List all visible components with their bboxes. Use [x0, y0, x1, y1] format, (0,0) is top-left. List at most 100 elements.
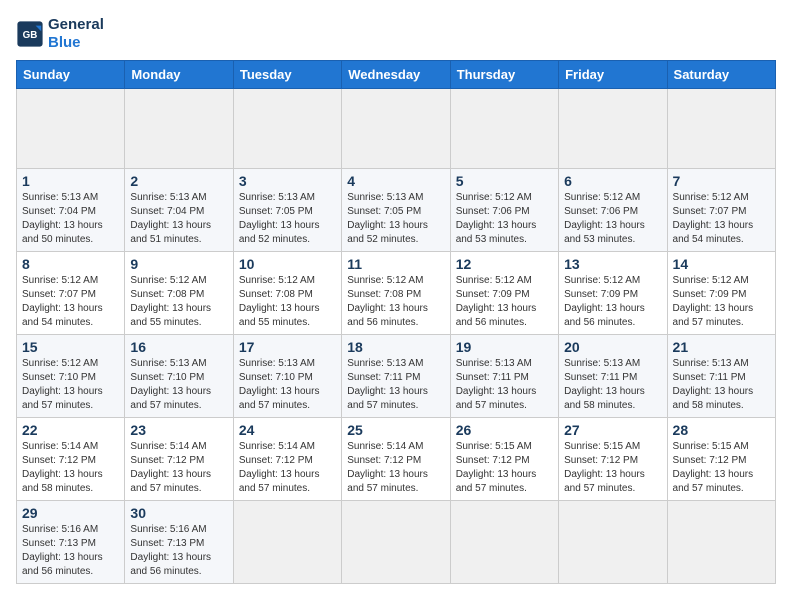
header-cell: Monday	[125, 61, 233, 89]
day-number: 24	[239, 422, 336, 438]
day-number: 4	[347, 173, 444, 189]
day-cell: 11 Sunrise: 5:12 AMSunset: 7:08 PMDaylig…	[342, 252, 450, 335]
day-info: Sunrise: 5:12 AMSunset: 7:10 PMDaylight:…	[22, 358, 103, 411]
day-number: 8	[22, 256, 119, 272]
day-cell: 3 Sunrise: 5:13 AMSunset: 7:05 PMDayligh…	[233, 169, 341, 252]
day-number: 16	[130, 339, 227, 355]
day-info: Sunrise: 5:13 AMSunset: 7:11 PMDaylight:…	[456, 358, 537, 411]
day-cell	[233, 501, 341, 584]
header-cell: Sunday	[17, 61, 125, 89]
day-info: Sunrise: 5:15 AMSunset: 7:12 PMDaylight:…	[564, 441, 645, 494]
week-row: 1 Sunrise: 5:13 AMSunset: 7:04 PMDayligh…	[17, 169, 776, 252]
header-row: SundayMondayTuesdayWednesdayThursdayFrid…	[17, 61, 776, 89]
day-info: Sunrise: 5:12 AMSunset: 7:08 PMDaylight:…	[347, 275, 428, 328]
header-cell: Thursday	[450, 61, 558, 89]
week-row: 22 Sunrise: 5:14 AMSunset: 7:12 PMDaylig…	[17, 418, 776, 501]
day-cell: 12 Sunrise: 5:12 AMSunset: 7:09 PMDaylig…	[450, 252, 558, 335]
day-info: Sunrise: 5:13 AMSunset: 7:10 PMDaylight:…	[130, 358, 211, 411]
day-number: 20	[564, 339, 661, 355]
day-info: Sunrise: 5:12 AMSunset: 7:06 PMDaylight:…	[456, 192, 537, 245]
day-number: 1	[22, 173, 119, 189]
day-info: Sunrise: 5:13 AMSunset: 7:10 PMDaylight:…	[239, 358, 320, 411]
day-info: Sunrise: 5:13 AMSunset: 7:05 PMDaylight:…	[347, 192, 428, 245]
day-number: 26	[456, 422, 553, 438]
day-info: Sunrise: 5:12 AMSunset: 7:09 PMDaylight:…	[564, 275, 645, 328]
day-cell	[342, 501, 450, 584]
day-info: Sunrise: 5:12 AMSunset: 7:09 PMDaylight:…	[456, 275, 537, 328]
day-number: 23	[130, 422, 227, 438]
day-info: Sunrise: 5:13 AMSunset: 7:11 PMDaylight:…	[347, 358, 428, 411]
day-number: 10	[239, 256, 336, 272]
day-info: Sunrise: 5:14 AMSunset: 7:12 PMDaylight:…	[239, 441, 320, 494]
calendar-header: SundayMondayTuesdayWednesdayThursdayFrid…	[17, 61, 776, 89]
day-cell: 14 Sunrise: 5:12 AMSunset: 7:09 PMDaylig…	[667, 252, 775, 335]
day-number: 17	[239, 339, 336, 355]
day-cell: 5 Sunrise: 5:12 AMSunset: 7:06 PMDayligh…	[450, 169, 558, 252]
day-info: Sunrise: 5:16 AMSunset: 7:13 PMDaylight:…	[22, 524, 103, 577]
logo-line1: General	[48, 16, 104, 34]
day-cell	[450, 501, 558, 584]
day-cell	[559, 89, 667, 169]
day-cell: 16 Sunrise: 5:13 AMSunset: 7:10 PMDaylig…	[125, 335, 233, 418]
day-cell: 22 Sunrise: 5:14 AMSunset: 7:12 PMDaylig…	[17, 418, 125, 501]
day-info: Sunrise: 5:16 AMSunset: 7:13 PMDaylight:…	[130, 524, 211, 577]
day-cell: 29 Sunrise: 5:16 AMSunset: 7:13 PMDaylig…	[17, 501, 125, 584]
day-info: Sunrise: 5:15 AMSunset: 7:12 PMDaylight:…	[673, 441, 754, 494]
day-number: 11	[347, 256, 444, 272]
day-info: Sunrise: 5:14 AMSunset: 7:12 PMDaylight:…	[22, 441, 103, 494]
day-cell: 7 Sunrise: 5:12 AMSunset: 7:07 PMDayligh…	[667, 169, 775, 252]
day-cell	[667, 501, 775, 584]
header-cell: Friday	[559, 61, 667, 89]
logo: GB General Blue	[16, 16, 104, 52]
logo-icon: GB	[16, 20, 44, 48]
week-row: 8 Sunrise: 5:12 AMSunset: 7:07 PMDayligh…	[17, 252, 776, 335]
day-number: 22	[22, 422, 119, 438]
day-cell: 9 Sunrise: 5:12 AMSunset: 7:08 PMDayligh…	[125, 252, 233, 335]
day-number: 5	[456, 173, 553, 189]
day-info: Sunrise: 5:14 AMSunset: 7:12 PMDaylight:…	[347, 441, 428, 494]
calendar-body: 1 Sunrise: 5:13 AMSunset: 7:04 PMDayligh…	[17, 89, 776, 584]
day-number: 13	[564, 256, 661, 272]
day-cell: 30 Sunrise: 5:16 AMSunset: 7:13 PMDaylig…	[125, 501, 233, 584]
week-row	[17, 89, 776, 169]
day-cell: 27 Sunrise: 5:15 AMSunset: 7:12 PMDaylig…	[559, 418, 667, 501]
day-cell: 28 Sunrise: 5:15 AMSunset: 7:12 PMDaylig…	[667, 418, 775, 501]
day-info: Sunrise: 5:13 AMSunset: 7:11 PMDaylight:…	[564, 358, 645, 411]
day-cell: 23 Sunrise: 5:14 AMSunset: 7:12 PMDaylig…	[125, 418, 233, 501]
day-number: 25	[347, 422, 444, 438]
day-info: Sunrise: 5:13 AMSunset: 7:05 PMDaylight:…	[239, 192, 320, 245]
day-number: 7	[673, 173, 770, 189]
day-info: Sunrise: 5:14 AMSunset: 7:12 PMDaylight:…	[130, 441, 211, 494]
day-info: Sunrise: 5:13 AMSunset: 7:11 PMDaylight:…	[673, 358, 754, 411]
svg-text:GB: GB	[23, 30, 38, 41]
day-info: Sunrise: 5:12 AMSunset: 7:07 PMDaylight:…	[22, 275, 103, 328]
day-info: Sunrise: 5:13 AMSunset: 7:04 PMDaylight:…	[22, 192, 103, 245]
day-number: 30	[130, 505, 227, 521]
day-number: 9	[130, 256, 227, 272]
day-cell	[450, 89, 558, 169]
day-cell: 26 Sunrise: 5:15 AMSunset: 7:12 PMDaylig…	[450, 418, 558, 501]
day-number: 12	[456, 256, 553, 272]
day-number: 14	[673, 256, 770, 272]
day-info: Sunrise: 5:12 AMSunset: 7:08 PMDaylight:…	[130, 275, 211, 328]
calendar-table: SundayMondayTuesdayWednesdayThursdayFrid…	[16, 60, 776, 584]
day-info: Sunrise: 5:15 AMSunset: 7:12 PMDaylight:…	[456, 441, 537, 494]
header-cell: Wednesday	[342, 61, 450, 89]
week-row: 29 Sunrise: 5:16 AMSunset: 7:13 PMDaylig…	[17, 501, 776, 584]
header-cell: Tuesday	[233, 61, 341, 89]
day-cell	[17, 89, 125, 169]
day-cell: 21 Sunrise: 5:13 AMSunset: 7:11 PMDaylig…	[667, 335, 775, 418]
day-cell: 1 Sunrise: 5:13 AMSunset: 7:04 PMDayligh…	[17, 169, 125, 252]
day-cell: 18 Sunrise: 5:13 AMSunset: 7:11 PMDaylig…	[342, 335, 450, 418]
week-row: 15 Sunrise: 5:12 AMSunset: 7:10 PMDaylig…	[17, 335, 776, 418]
day-cell: 17 Sunrise: 5:13 AMSunset: 7:10 PMDaylig…	[233, 335, 341, 418]
day-info: Sunrise: 5:12 AMSunset: 7:08 PMDaylight:…	[239, 275, 320, 328]
day-number: 2	[130, 173, 227, 189]
day-cell: 8 Sunrise: 5:12 AMSunset: 7:07 PMDayligh…	[17, 252, 125, 335]
day-number: 28	[673, 422, 770, 438]
day-cell	[342, 89, 450, 169]
day-info: Sunrise: 5:13 AMSunset: 7:04 PMDaylight:…	[130, 192, 211, 245]
day-cell: 6 Sunrise: 5:12 AMSunset: 7:06 PMDayligh…	[559, 169, 667, 252]
day-cell	[125, 89, 233, 169]
day-cell	[233, 89, 341, 169]
